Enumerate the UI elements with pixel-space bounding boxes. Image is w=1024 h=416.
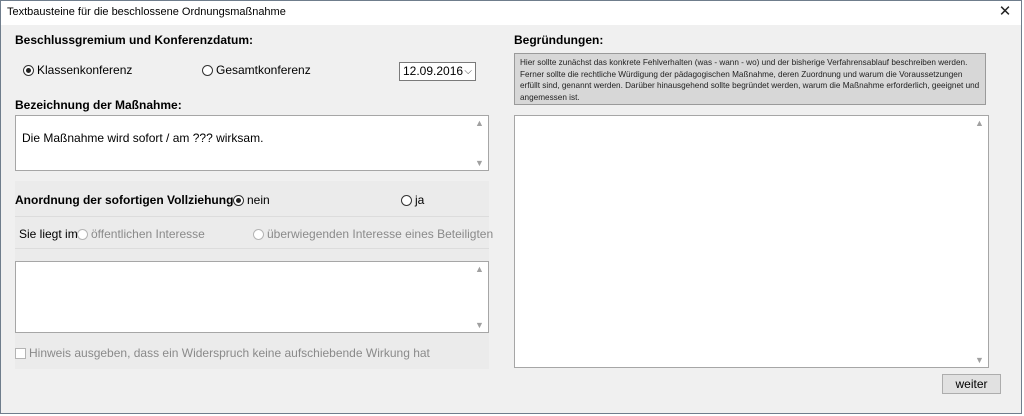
radio-ja-label: ja [415,193,425,207]
bezeichnung-scrollbar[interactable]: ▲ ▼ [471,116,488,170]
info-hint-text: Hier sollte zunächst das konkrete Fehlve… [520,58,980,102]
radio-gesamtkonferenz[interactable]: Gesamtkonferenz [202,63,311,77]
close-icon[interactable]: ✕ [989,1,1021,25]
radio-nein-label: nein [247,193,270,207]
scroll-down-icon[interactable]: ▼ [971,355,988,365]
vollziehung-label: Anordnung der sofortigen Vollziehung: [15,193,238,207]
bezeichnung-textarea[interactable]: Die Maßnahme wird sofort / am ??? wirksa… [15,115,489,171]
radio-ueberwiegendes-interesse[interactable]: überwiegenden Interesse eines Beteiligte… [253,227,493,241]
divider [15,216,489,217]
scroll-up-icon[interactable]: ▲ [971,118,988,128]
scroll-down-icon[interactable]: ▼ [471,320,488,330]
begruendungen-label: Begründungen: [514,33,604,47]
bezeichnung-text: Die Maßnahme wird sofort / am ??? wirksa… [22,131,264,145]
radio-klassenkonferenz-label: Klassenkonferenz [37,63,133,77]
bezeichnung-label: Bezeichnung der Maßnahme: [15,98,182,112]
interesse-scrollbar[interactable]: ▲ ▼ [471,262,488,332]
gremium-label: Beschlussgremium und Konferenzdatum: [15,33,254,47]
hinweis-label: Hinweis ausgeben, dass ein Widerspruch k… [29,346,430,360]
divider [15,248,489,249]
radio-ueberwiegend-label: überwiegenden Interesse eines Beteiligte… [267,227,494,241]
title-bar: Textbausteine für die beschlossene Ordnu… [1,1,1021,25]
interesse-textarea[interactable]: ▲ ▼ [15,261,489,333]
radio-unselected-icon [401,194,412,206]
dialog-window: Textbausteine für die beschlossene Ordnu… [0,0,1022,414]
begruendungen-textarea[interactable]: ▲ ▼ [514,115,989,368]
checkbox-icon [15,347,26,359]
radio-gesamtkonferenz-label: Gesamtkonferenz [216,63,311,77]
radio-unselected-icon [202,64,213,76]
weiter-button[interactable]: weiter [942,374,1001,394]
radio-ja[interactable]: ja [401,193,424,207]
scroll-up-icon[interactable]: ▲ [471,264,488,274]
radio-klassenkonferenz[interactable]: Klassenkonferenz [23,63,132,77]
begruendungen-scrollbar[interactable]: ▲ ▼ [971,116,988,367]
radio-selected-icon [23,64,34,76]
window-title: Textbausteine für die beschlossene Ordnu… [7,6,286,18]
date-picker[interactable]: 12.09.2016 ⌵ [399,62,476,81]
info-hint-box: Hier sollte zunächst das konkrete Fehlve… [514,53,986,105]
scroll-up-icon[interactable]: ▲ [471,118,488,128]
chevron-down-icon[interactable]: ⌵ [464,63,472,80]
radio-nein[interactable]: nein [233,193,270,207]
liegt-label: Sie liegt im [19,227,78,241]
hinweis-checkbox[interactable]: Hinweis ausgeben, dass ein Widerspruch k… [15,346,430,360]
date-value: 12.09.2016 [403,64,464,78]
radio-disabled-icon [77,228,88,240]
scroll-down-icon[interactable]: ▼ [471,158,488,168]
radio-selected-icon [233,194,244,206]
radio-disabled-icon [253,228,264,240]
radio-oeffentliches-interesse[interactable]: öffentlichen Interesse [77,227,205,241]
radio-oeffentlich-label: öffentlichen Interesse [91,227,205,241]
